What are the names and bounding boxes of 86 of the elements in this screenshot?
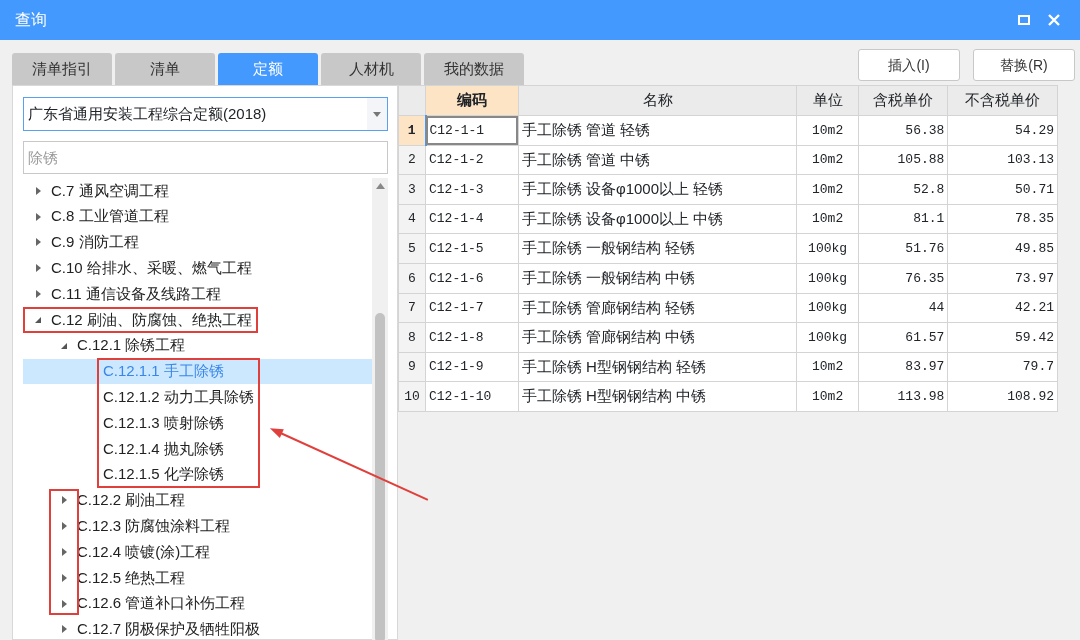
table-cell: C12-1-10: [425, 381, 519, 412]
row-number[interactable]: 3: [398, 174, 426, 205]
table-cell: C12-1-7: [425, 293, 519, 323]
table-cell: 10m2: [796, 381, 859, 412]
tab[interactable]: 清单: [115, 53, 215, 85]
table-cell: 42.21: [947, 293, 1058, 323]
table-cell: 108.92: [947, 381, 1058, 412]
tree-item[interactable]: C.12.1 除锈工程: [23, 332, 372, 359]
table-cell: 10m2: [796, 204, 859, 234]
table-cell: 手工除锈 管廊钢结构 轻锈: [518, 293, 797, 323]
row-number[interactable]: 2: [398, 145, 426, 175]
table-cell: 手工除锈 H型钢钢结构 中锈: [518, 381, 797, 412]
table-cell: C12-1-1: [425, 115, 519, 146]
tree-item[interactable]: C.7 通风空调工程: [23, 178, 372, 204]
tree-item[interactable]: C.12.1.2 动力工具除锈: [23, 384, 372, 411]
tree-item[interactable]: C.11 通信设备及线路工程: [23, 281, 372, 307]
tree-item[interactable]: C.12 刷油、防腐蚀、绝热工程: [23, 307, 372, 333]
table-cell: C12-1-6: [425, 263, 519, 294]
tree-item[interactable]: C.8 工业管道工程: [23, 203, 372, 230]
column-header[interactable]: 含税单价: [858, 85, 948, 116]
table-cell: 61.57: [858, 322, 948, 353]
table-cell: C12-1-4: [425, 204, 519, 234]
table-cell: 10m2: [796, 145, 859, 175]
row-number[interactable]: 1: [398, 115, 426, 146]
table-cell: 56.38: [858, 115, 948, 146]
table-cell: 49.85: [947, 233, 1058, 264]
table-cell: 100kg: [796, 233, 859, 264]
table-cell: 手工除锈 管道 中锈: [518, 145, 797, 175]
table-cell: C12-1-3: [425, 174, 519, 205]
row-number[interactable]: 7: [398, 293, 426, 323]
table-cell: 52.8: [858, 174, 948, 205]
tab[interactable]: 清单指引: [12, 53, 112, 85]
table-cell: 44: [858, 293, 948, 323]
table-cell: 54.29: [947, 115, 1058, 146]
table-cell: 手工除锈 设备φ1000以上 中锈: [518, 204, 797, 234]
table-cell: 50.71: [947, 174, 1058, 205]
table-cell: 手工除锈 一般钢结构 中锈: [518, 263, 797, 294]
column-header[interactable]: 单位: [796, 85, 859, 116]
row-number[interactable]: 8: [398, 322, 426, 353]
tree-item[interactable]: C.12.1.3 喷射除锈: [23, 410, 372, 436]
tree-item[interactable]: C.10 给排水、采暖、燃气工程: [23, 255, 372, 282]
table-cell: 手工除锈 管廊钢结构 中锈: [518, 322, 797, 353]
tree-item[interactable]: C.12.1.5 化学除锈: [23, 461, 372, 488]
table-cell: 51.76: [858, 233, 948, 264]
table-cell: C12-1-2: [425, 145, 519, 175]
row-number[interactable]: 5: [398, 233, 426, 264]
table-cell: 103.13: [947, 145, 1058, 175]
table-cell: 113.98: [858, 381, 948, 412]
table-cell: 81.1: [858, 204, 948, 234]
table-cell: 79.7: [947, 352, 1058, 382]
table-cell: 100kg: [796, 322, 859, 353]
tree-item[interactable]: C.9 消防工程: [23, 229, 372, 256]
row-number[interactable]: 10: [398, 381, 426, 412]
search-field[interactable]: 除锈: [23, 141, 388, 174]
column-header[interactable]: 编码: [425, 85, 519, 116]
row-number[interactable]: 6: [398, 263, 426, 294]
column-header[interactable]: 名称: [518, 85, 797, 116]
insert-button[interactable]: 插入(I): [858, 49, 960, 81]
library-dropdown[interactable]: 广东省通用安装工程综合定额(2018): [23, 97, 388, 131]
table-cell: C12-1-5: [425, 233, 519, 264]
table-cell: 73.97: [947, 263, 1058, 294]
table-cell: 10m2: [796, 115, 859, 146]
table-cell: 76.35: [858, 263, 948, 294]
table-cell: 78.35: [947, 204, 1058, 234]
tab[interactable]: 我的数据: [424, 53, 524, 85]
window-title: 查询: [15, 10, 47, 30]
table-cell: 手工除锈 一般钢结构 轻锈: [518, 233, 797, 264]
action-button[interactable]: 替换(R): [973, 49, 1075, 81]
row-number[interactable]: 4: [398, 204, 426, 234]
row-number[interactable]: 9: [398, 352, 426, 382]
table-cell: 59.42: [947, 322, 1058, 353]
tab[interactable]: 人材机: [321, 53, 421, 85]
table-cell: 83.97: [858, 352, 948, 382]
table-cell: C12-1-9: [425, 352, 519, 382]
table-cell: 10m2: [796, 174, 859, 205]
table-cell: 100kg: [796, 293, 859, 323]
table-cell: 100kg: [796, 263, 859, 294]
table-cell: 手工除锈 H型钢钢结构 轻锈: [518, 352, 797, 382]
table-cell: C12-1-8: [425, 322, 519, 353]
table-cell: 10m2: [796, 352, 859, 382]
table-cell: 手工除锈 管道 轻锈: [518, 115, 797, 146]
column-header[interactable]: 不含税单价: [947, 85, 1058, 116]
table-cell: 手工除锈 设备φ1000以上 轻锈: [518, 174, 797, 205]
tree-item[interactable]: C.12.1.4 抛丸除锈: [23, 435, 372, 462]
table-cell: 105.88: [858, 145, 948, 175]
tree-item[interactable]: C.12.7 阴极保护及牺牲阳极: [23, 616, 372, 640]
